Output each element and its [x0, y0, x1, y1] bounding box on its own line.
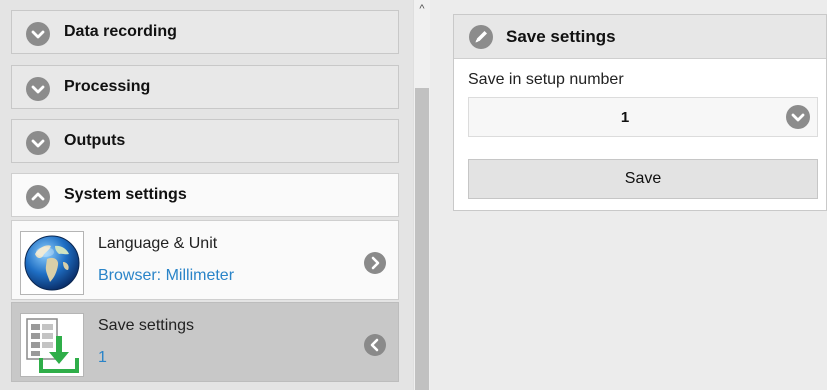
- scroll-up-arrow-icon[interactable]: ^: [414, 0, 430, 18]
- page: Data recording Processing Outputs System…: [0, 0, 827, 390]
- sidebar-item-title: Save settings: [98, 317, 195, 334]
- chevron-left-icon[interactable]: [364, 334, 386, 356]
- section-label: System settings: [64, 186, 187, 203]
- setup-number-label: Save in setup number: [468, 71, 624, 88]
- chevron-down-icon: [786, 105, 810, 129]
- section-processing[interactable]: Processing: [11, 65, 399, 109]
- section-system-settings[interactable]: System settings: [11, 173, 399, 217]
- chevron-down-icon: [26, 77, 50, 101]
- scrollbar-thumb[interactable]: [415, 88, 429, 390]
- panel-title: Save settings: [506, 27, 616, 46]
- section-outputs[interactable]: Outputs: [11, 119, 399, 163]
- scrollbar[interactable]: ^: [413, 0, 430, 390]
- section-label: Outputs: [64, 132, 126, 149]
- sidebar-item-subtitle: 1: [98, 349, 107, 366]
- save-button[interactable]: Save: [468, 159, 818, 199]
- sidebar-item-language-unit[interactable]: Language & Unit Browser: Millimeter: [11, 220, 399, 300]
- sidebar-item-save-settings[interactable]: Save settings 1: [11, 302, 399, 382]
- setup-number-value: 1: [620, 109, 630, 126]
- pencil-icon: [469, 25, 493, 49]
- section-label: Processing: [64, 78, 151, 95]
- sidebar: Data recording Processing Outputs System…: [0, 0, 413, 390]
- panel-header: Save settings: [454, 15, 826, 59]
- chevron-down-icon: [26, 22, 50, 46]
- sidebar-item-subtitle: Browser: Millimeter: [98, 267, 235, 284]
- sidebar-item-title: Language & Unit: [98, 235, 218, 252]
- chevron-right-icon[interactable]: [364, 252, 386, 274]
- globe-icon: [20, 231, 84, 295]
- chevron-up-icon: [26, 185, 50, 209]
- section-data-recording[interactable]: Data recording: [11, 10, 399, 54]
- save-settings-icon: [20, 313, 84, 377]
- section-label: Data recording: [64, 23, 177, 40]
- chevron-down-icon: [26, 131, 50, 155]
- setup-number-select[interactable]: 1: [468, 97, 818, 137]
- save-settings-panel: Save settings Save in setup number 1 Sav…: [453, 14, 827, 211]
